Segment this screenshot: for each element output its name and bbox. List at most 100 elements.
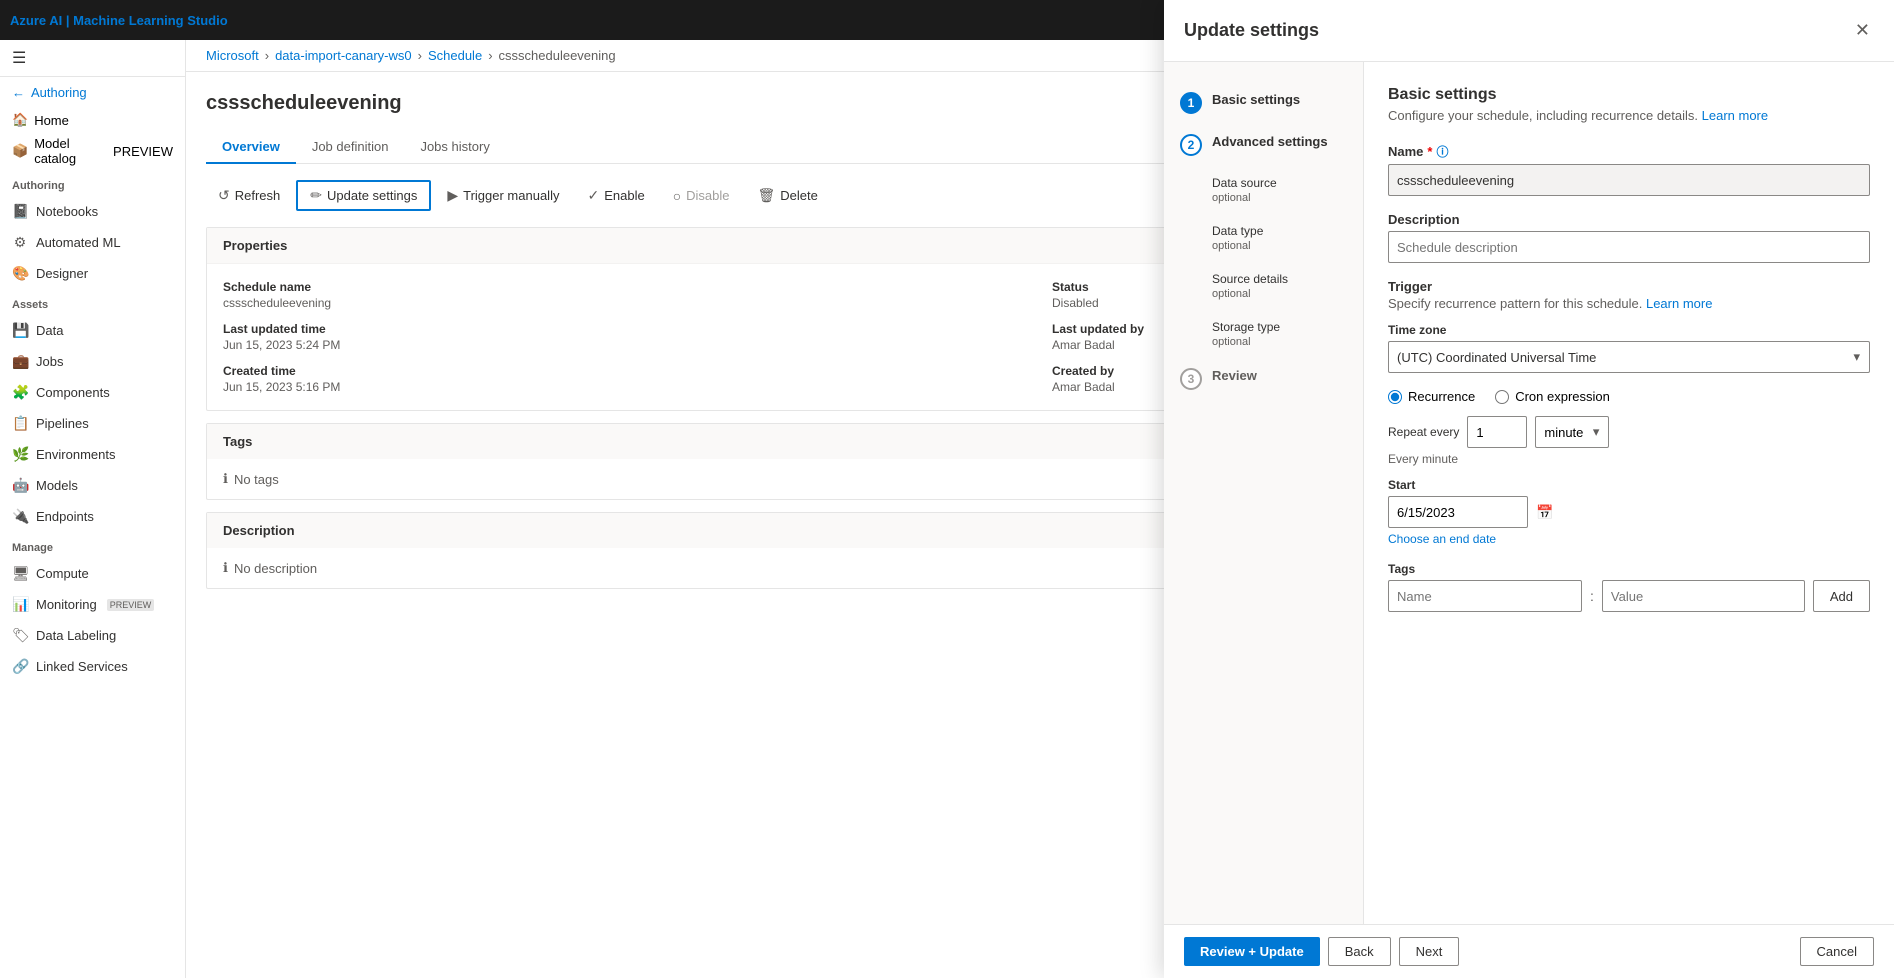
models-label: Models — [36, 478, 78, 493]
hamburger-icon[interactable]: ☰ — [12, 48, 26, 68]
next-button[interactable]: Next — [1399, 937, 1460, 966]
cron-radio[interactable] — [1495, 390, 1509, 404]
trigger-manually-button[interactable]: ▶ Trigger manually — [435, 182, 571, 209]
back-button[interactable]: Back — [1328, 937, 1391, 966]
description-input[interactable] — [1388, 231, 1870, 263]
model-catalog-item[interactable]: 📦 Model catalog PREVIEW — [0, 132, 185, 170]
automated-ml-icon: ⚙ — [12, 234, 28, 251]
timezone-label: Time zone — [1388, 323, 1870, 337]
update-settings-button[interactable]: ✏ Update settings — [296, 180, 431, 211]
wizard-step-source-details-label: Source details — [1212, 272, 1288, 286]
sidebar-item-jobs[interactable]: 💼 Jobs — [0, 346, 185, 377]
form-section-desc-text: Configure your schedule, including recur… — [1388, 108, 1702, 123]
trigger-label: Trigger manually — [463, 188, 559, 203]
name-label: Name * ⓘ — [1388, 143, 1870, 160]
delete-icon: 🗑 — [758, 187, 776, 204]
breadcrumb-schedule[interactable]: Schedule — [428, 48, 482, 63]
sidebar-item-environments[interactable]: 🌿 Environments — [0, 439, 185, 470]
recurrence-radio-item[interactable]: Recurrence — [1388, 389, 1475, 404]
refresh-button[interactable]: ↺ Refresh — [206, 182, 292, 209]
sidebar-item-endpoints[interactable]: 🔌 Endpoints — [0, 501, 185, 532]
repeat-every-input[interactable] — [1467, 416, 1527, 448]
breadcrumb-microsoft[interactable]: Microsoft — [206, 48, 259, 63]
tags-empty-label: No tags — [234, 472, 279, 487]
wizard-step-source-details[interactable]: Source details optional — [1164, 262, 1363, 310]
sidebar-item-monitoring[interactable]: 📊 Monitoring PREVIEW — [0, 589, 185, 620]
tab-job-definition[interactable]: Job definition — [296, 131, 405, 164]
breadcrumb-workspace[interactable]: data-import-canary-ws0 — [275, 48, 412, 63]
wizard-step-review[interactable]: 3 Review — [1164, 358, 1363, 400]
recurrence-radio[interactable] — [1388, 390, 1402, 404]
trigger-desc: Specify recurrence pattern for this sche… — [1388, 296, 1870, 311]
sidebar-item-data-labeling[interactable]: 🏷 Data Labeling — [0, 620, 185, 651]
wizard-step-1-num: 1 — [1180, 92, 1202, 114]
tag-value-input[interactable] — [1602, 580, 1805, 612]
name-input[interactable] — [1388, 164, 1870, 196]
enable-label: Enable — [604, 188, 644, 203]
wizard-step-data-type[interactable]: Data type optional — [1164, 214, 1363, 262]
timezone-select[interactable]: (UTC) Coordinated Universal Time — [1388, 341, 1870, 373]
data-labeling-icon: 🏷 — [12, 627, 28, 644]
sidebar-item-notebooks[interactable]: 📓 Notebooks — [0, 196, 185, 227]
sidebar-item-pipelines[interactable]: 📋 Pipelines — [0, 408, 185, 439]
breadcrumb-sep-2: › — [418, 48, 422, 63]
tag-name-input[interactable] — [1388, 580, 1582, 612]
wizard-step-storage-type[interactable]: Storage type optional — [1164, 310, 1363, 358]
pipelines-label: Pipelines — [36, 416, 89, 431]
prop-schedule-name-value: cssscheduleevening — [223, 296, 1028, 310]
enable-button[interactable]: ✓ Enable — [575, 182, 656, 209]
prop-created-time: Created time Jun 15, 2023 5:16 PM — [223, 364, 1028, 394]
sidebar-item-automated-ml[interactable]: ⚙ Automated ML — [0, 227, 185, 258]
wizard-step-1-content: Basic settings — [1212, 92, 1300, 107]
sidebar-item-components[interactable]: 🧩 Components — [0, 377, 185, 408]
sidebar-item-data[interactable]: 💾 Data — [0, 315, 185, 346]
sidebar-item-compute[interactable]: 🖥 Compute — [0, 558, 185, 589]
calendar-icon[interactable]: 📅 — [1536, 504, 1553, 521]
sidebar-item-linked-services[interactable]: 🔗 Linked Services — [0, 651, 185, 682]
wizard-step-advanced-settings[interactable]: 2 Advanced settings — [1164, 124, 1363, 166]
preview-badge: PREVIEW — [113, 144, 173, 159]
sidebar-item-models[interactable]: 🤖 Models — [0, 470, 185, 501]
disable-button[interactable]: ○ Disable — [661, 183, 742, 209]
disable-label: Disable — [686, 188, 729, 203]
trigger-learn-more-link[interactable]: Learn more — [1646, 296, 1712, 311]
timezone-field: Time zone (UTC) Coordinated Universal Ti… — [1388, 323, 1870, 373]
jobs-icon: 💼 — [12, 353, 28, 370]
form-section-learn-more-link[interactable]: Learn more — [1702, 108, 1768, 123]
start-date-input[interactable] — [1388, 496, 1528, 528]
tag-add-button[interactable]: Add — [1813, 580, 1870, 612]
topbar-left: Azure AI | Machine Learning Studio — [10, 13, 228, 28]
tab-overview[interactable]: Overview — [206, 131, 296, 164]
trigger-field: Trigger Specify recurrence pattern for t… — [1388, 279, 1870, 612]
home-icon: 🏠 — [12, 112, 28, 128]
home-item[interactable]: 🏠 Home — [0, 108, 185, 132]
back-to-workspaces[interactable]: ← Authoring — [0, 77, 185, 108]
review-update-button[interactable]: Review + Update — [1184, 937, 1320, 966]
choose-end-link[interactable]: Choose an end date — [1388, 532, 1870, 546]
repeat-unit-select[interactable]: minute hour day week month — [1535, 416, 1609, 448]
panel-form: Basic settings Configure your schedule, … — [1364, 62, 1894, 924]
wizard-step-basic-settings[interactable]: 1 Basic settings — [1164, 82, 1363, 124]
refresh-icon: ↺ — [218, 187, 230, 204]
cancel-button[interactable]: Cancel — [1800, 937, 1874, 966]
notebooks-icon: 📓 — [12, 203, 28, 220]
sidebar-item-designer[interactable]: 🎨 Designer — [0, 258, 185, 289]
cron-radio-item[interactable]: Cron expression — [1495, 389, 1610, 404]
panel-body: 1 Basic settings 2 Advanced settings Dat… — [1164, 62, 1894, 924]
repeat-every-row: Repeat every minute hour day week month … — [1388, 416, 1870, 448]
delete-button[interactable]: 🗑 Delete — [746, 182, 830, 209]
monitoring-icon: 📊 — [12, 596, 28, 613]
panel-close-button[interactable]: ✕ — [1851, 16, 1874, 45]
name-label-text: Name — [1388, 144, 1423, 159]
tab-jobs-history[interactable]: Jobs history — [404, 131, 505, 164]
name-required: * — [1427, 144, 1432, 159]
back-label: Authoring — [31, 85, 87, 100]
every-minute-label: Every minute — [1388, 452, 1870, 466]
wizard-step-data-source[interactable]: Data source optional — [1164, 166, 1363, 214]
sidebar-top: ☰ — [0, 40, 185, 77]
compute-label: Compute — [36, 566, 89, 581]
endpoints-icon: 🔌 — [12, 508, 28, 525]
start-label: Start — [1388, 478, 1870, 492]
data-icon: 💾 — [12, 322, 28, 339]
wizard-step-3-label: Review — [1212, 368, 1257, 383]
